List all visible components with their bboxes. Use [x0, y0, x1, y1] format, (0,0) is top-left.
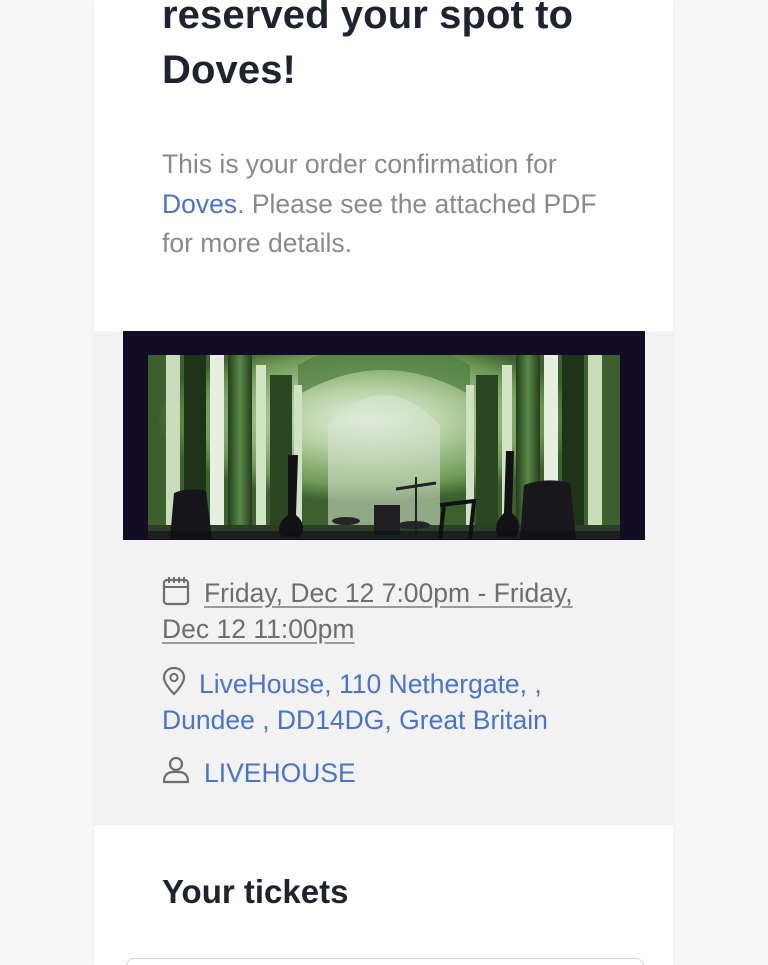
event-image[interactable] [123, 331, 645, 540]
event-name-link[interactable]: Doves [162, 189, 237, 219]
organizer-link[interactable]: LIVEHOUSE [204, 758, 356, 788]
map-pin-icon [162, 666, 190, 698]
event-organizer-row[interactable]: LIVEHOUSE [162, 755, 622, 791]
event-location-row[interactable]: LiveHouse, 110 Nethergate, , Dundee , DD… [162, 666, 622, 738]
event-location-link[interactable]: LiveHouse, 110 Nethergate, , Dundee , DD… [162, 669, 548, 735]
ticket-card[interactable] [126, 958, 644, 965]
intro-text-before: This is your order confirmation for [162, 149, 557, 179]
event-date-row[interactable]: Friday, Dec 12 7:00pm - Friday, Dec 12 1… [162, 575, 622, 647]
concert-stage-image [148, 355, 620, 539]
event-details-panel: Friday, Dec 12 7:00pm - Friday, Dec 12 1… [94, 331, 673, 826]
email-card: reserved your spot to Doves! This is you… [94, 0, 673, 965]
tickets-heading: Your tickets [162, 873, 349, 910]
event-date-text[interactable]: Friday, Dec 12 7:00pm - Friday, Dec 12 1… [162, 578, 573, 644]
confirmation-headline: reserved your spot to Doves! [162, 0, 574, 92]
user-icon [162, 755, 190, 787]
calendar-icon [162, 575, 190, 607]
confirmation-intro: This is your order confirmation for Dove… [162, 145, 632, 264]
